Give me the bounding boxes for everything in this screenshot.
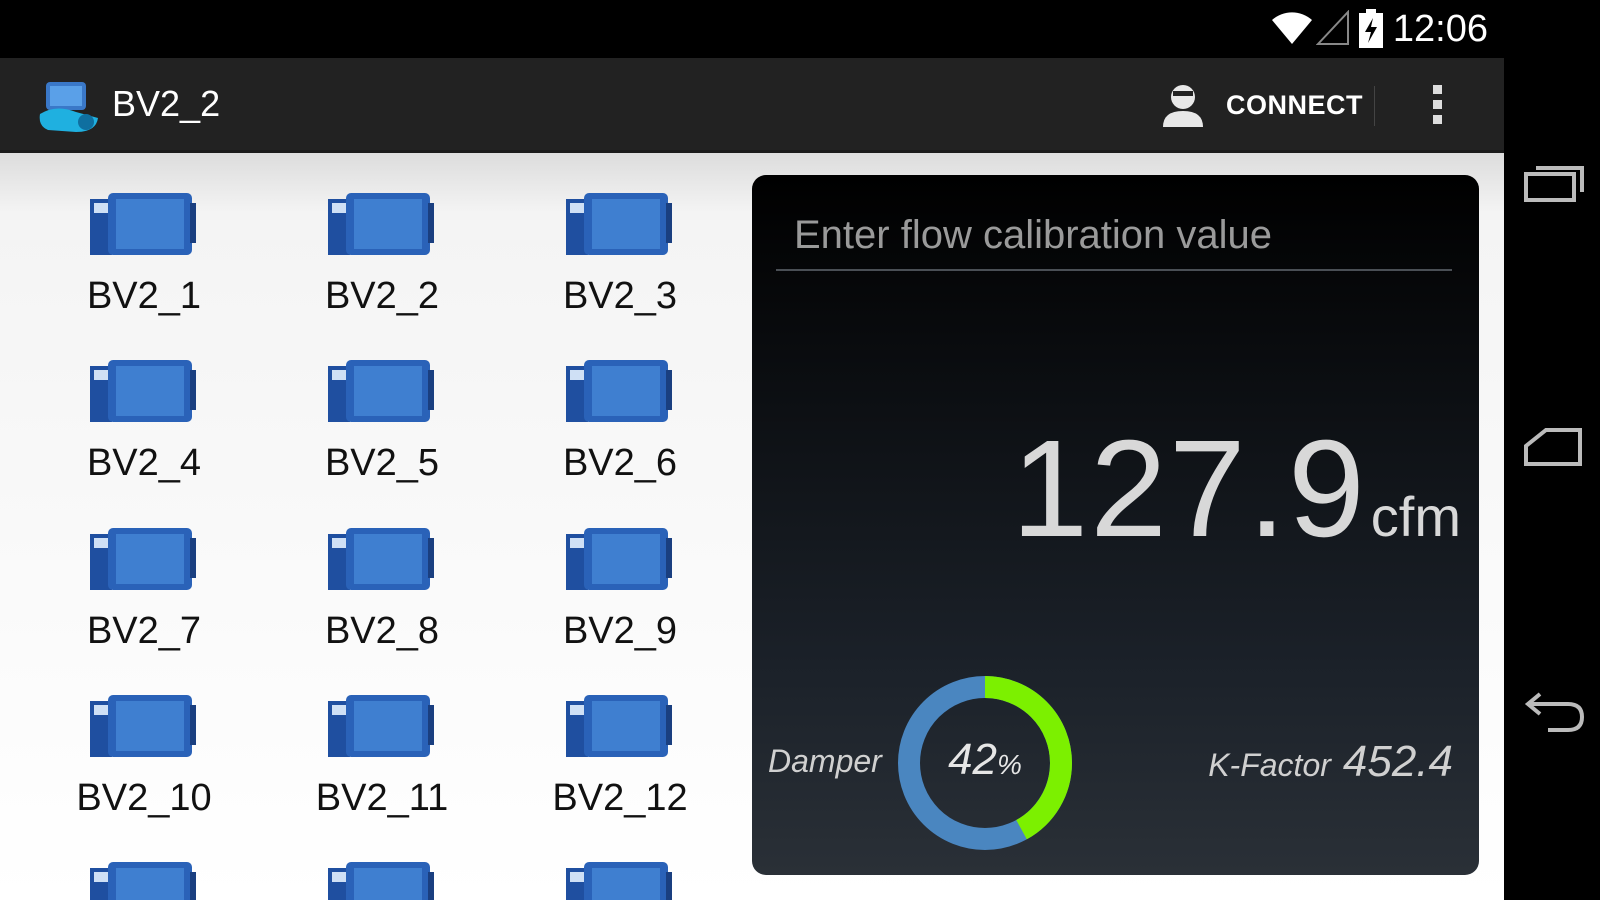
device-icon bbox=[566, 862, 672, 900]
device-icon bbox=[566, 193, 672, 255]
device-icon bbox=[328, 695, 434, 757]
back-icon[interactable] bbox=[1522, 690, 1586, 736]
device-item[interactable]: BV2_7 bbox=[44, 524, 244, 653]
flow-panel: 127.9cfm Damper 42% K-Factor 452.4 bbox=[752, 175, 1479, 875]
status-time: 12:06 bbox=[1392, 8, 1488, 50]
overflow-menu-button[interactable] bbox=[1420, 80, 1454, 132]
damper-percent-readout: 42% bbox=[895, 735, 1075, 785]
flow-unit: cfm bbox=[1370, 485, 1461, 548]
device-grid: BV2_1 BV2_2 BV2_3 BV2_4 BV2_5 BV2_6 BV2_7 BV2_8… bbox=[0, 153, 740, 900]
flow-readout: 127.9cfm bbox=[1011, 410, 1461, 569]
signal-icon bbox=[1316, 10, 1349, 45]
device-icon bbox=[566, 528, 672, 590]
device-label: BV2_6 bbox=[562, 442, 678, 484]
device-icon bbox=[328, 862, 434, 900]
device-label: BV2_7 bbox=[86, 610, 202, 652]
device-label: BV2_11 bbox=[315, 777, 449, 819]
device-label: BV2_12 bbox=[552, 777, 688, 819]
device-item[interactable]: BV2_8 bbox=[282, 524, 482, 653]
overflow-dot-icon bbox=[1432, 85, 1442, 94]
device-item-partial[interactable] bbox=[44, 858, 244, 900]
device-item-partial[interactable] bbox=[520, 858, 720, 900]
kfactor-label: K-Factor bbox=[1208, 747, 1331, 783]
device-icon bbox=[328, 528, 434, 590]
overflow-dot-icon bbox=[1432, 100, 1442, 109]
connect-label: CONNECT bbox=[1226, 89, 1363, 120]
device-item[interactable]: BV2_9 bbox=[520, 524, 720, 653]
flow-calibration-input[interactable] bbox=[776, 201, 1452, 271]
device-label: BV2_8 bbox=[324, 610, 440, 652]
device-label: BV2_9 bbox=[562, 610, 678, 652]
device-item[interactable]: BV2_5 bbox=[282, 356, 482, 485]
device-icon bbox=[90, 193, 196, 255]
damper-percent: 42 bbox=[948, 735, 998, 784]
device-item[interactable]: BV2_6 bbox=[520, 356, 720, 485]
kfactor-readout: K-Factor 452.4 bbox=[1208, 737, 1453, 787]
action-bar: BV2_2 CONNECT bbox=[0, 58, 1504, 153]
device-label: BV2_4 bbox=[86, 442, 202, 484]
device-label: BV2_3 bbox=[562, 275, 678, 317]
navigation-bar bbox=[1504, 0, 1600, 900]
device-label: BV2_2 bbox=[324, 275, 440, 317]
action-bar-divider bbox=[1374, 86, 1375, 126]
flow-value: 127.9 bbox=[1011, 412, 1367, 566]
device-item[interactable]: BV2_1 bbox=[44, 189, 244, 318]
device-label: BV2_10 bbox=[76, 777, 212, 819]
device-item[interactable]: BV2_4 bbox=[44, 356, 244, 485]
device-icon bbox=[566, 360, 672, 422]
kfactor-value: 452.4 bbox=[1342, 737, 1453, 786]
user-icon bbox=[1163, 85, 1203, 127]
battery-icon bbox=[1359, 9, 1383, 48]
connect-button[interactable]: CONNECT bbox=[1160, 76, 1363, 134]
device-label: BV2_1 bbox=[86, 275, 202, 317]
device-label: BV2_5 bbox=[324, 442, 440, 484]
recent-apps-icon[interactable] bbox=[1522, 160, 1586, 206]
device-icon bbox=[328, 360, 434, 422]
damper-percent-symbol: % bbox=[997, 749, 1022, 780]
device-item[interactable]: BV2_12 bbox=[520, 691, 720, 820]
damper-label: Damper bbox=[768, 743, 882, 779]
device-icon bbox=[328, 193, 434, 255]
wifi-icon bbox=[1272, 12, 1312, 44]
app-title: BV2_2 bbox=[112, 83, 221, 124]
device-icon bbox=[90, 360, 196, 422]
app-logo-icon[interactable] bbox=[36, 78, 102, 136]
device-icon bbox=[90, 528, 196, 590]
device-item-partial[interactable] bbox=[282, 858, 482, 900]
device-item[interactable]: BV2_11 bbox=[282, 691, 482, 820]
device-icon bbox=[90, 862, 196, 900]
overflow-dot-icon bbox=[1432, 115, 1442, 124]
device-item[interactable]: BV2_10 bbox=[44, 691, 244, 820]
status-bar: 12:06 bbox=[0, 0, 1504, 58]
device-item[interactable]: BV2_3 bbox=[520, 189, 720, 318]
device-icon bbox=[90, 695, 196, 757]
device-item[interactable]: BV2_2 bbox=[282, 189, 482, 318]
main-content: BV2_1 BV2_2 BV2_3 BV2_4 BV2_5 BV2_6 BV2_7 BV2_8… bbox=[0, 153, 1504, 900]
device-icon bbox=[566, 695, 672, 757]
home-icon[interactable] bbox=[1522, 424, 1586, 470]
